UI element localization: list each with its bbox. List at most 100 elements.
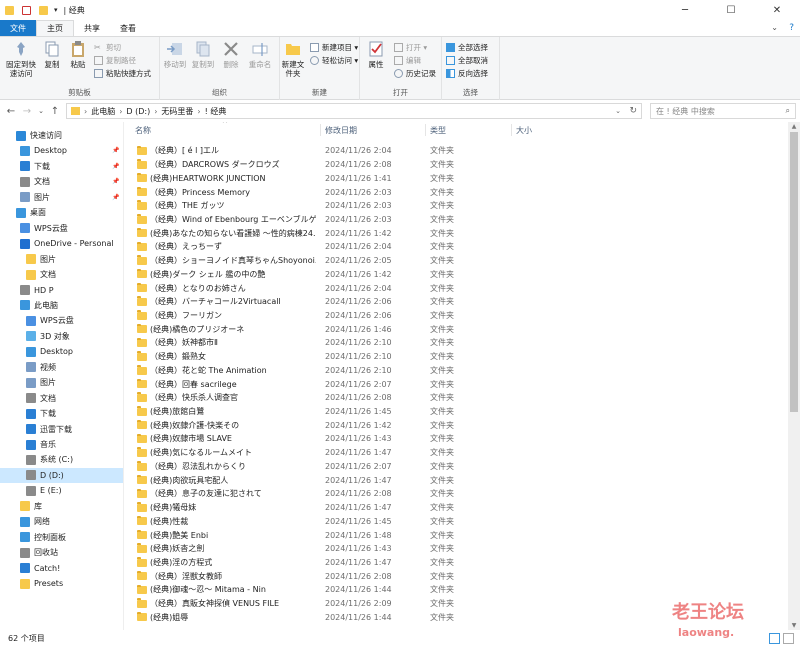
- nav-item[interactable]: 视频: [0, 360, 123, 375]
- file-row[interactable]: （经典）Princess Memory 2024/11/26 2:03 文件夹: [124, 185, 788, 199]
- file-row[interactable]: （经典）ショーヨノイド真琴ちゃんShoyonoi... 2024/11/26 2:…: [124, 254, 788, 268]
- file-row[interactable]: （经典）忍法乱れからくり 2024/11/26 2:07 文件夹: [124, 460, 788, 474]
- file-row[interactable]: （经典）快乐杀人调查官 2024/11/26 2:08 文件夹: [124, 391, 788, 405]
- column-header-name[interactable]: 名称: [135, 125, 151, 136]
- nav-item[interactable]: 图片: [0, 375, 123, 390]
- breadcrumb-drive-d[interactable]: D (D:): [126, 107, 150, 116]
- file-row[interactable]: (经典)旅館白鷺 2024/11/26 1:45 文件夹: [124, 405, 788, 419]
- file-row[interactable]: (经典)艶美 Enbi 2024/11/26 1:48 文件夹: [124, 528, 788, 542]
- nav-item[interactable]: 图片 📌: [0, 190, 123, 205]
- history-button[interactable]: 历史记录: [394, 68, 436, 79]
- file-row[interactable]: (经典)橘色のプリジオーネ 2024/11/26 1:46 文件夹: [124, 322, 788, 336]
- nav-item[interactable]: Desktop: [0, 344, 123, 359]
- new-folder-button[interactable]: 新建文件夹: [280, 40, 306, 78]
- nav-item[interactable]: 系统 (C:): [0, 452, 123, 467]
- paste-button[interactable]: 粘贴: [66, 40, 90, 69]
- quick-access-dropdown-icon[interactable]: ▾: [54, 6, 58, 14]
- file-row[interactable]: (经典)性裁 2024/11/26 1:45 文件夹: [124, 514, 788, 528]
- nav-item[interactable]: 图片: [0, 252, 123, 267]
- file-row[interactable]: (经典)妖杳之劍 2024/11/26 1:43 文件夹: [124, 542, 788, 556]
- edit-button[interactable]: 编辑: [394, 55, 421, 66]
- file-row[interactable]: (经典)姐辱 2024/11/26 1:44 文件夹: [124, 610, 788, 624]
- file-row[interactable]: (经典)HEARTWORK JUNCTION 2024/11/26 1:41 文件夹: [124, 171, 788, 185]
- back-button[interactable]: ←: [4, 106, 18, 117]
- file-row[interactable]: (经典)奴隷介護-快楽その 2024/11/26 1:42 文件夹: [124, 418, 788, 432]
- scroll-thumb[interactable]: [790, 132, 798, 412]
- tab-view[interactable]: 查看: [110, 20, 146, 36]
- help-icon[interactable]: ?: [789, 23, 794, 33]
- select-all-button[interactable]: 全部选择: [446, 42, 488, 53]
- nav-item[interactable]: 回收站: [0, 545, 123, 560]
- column-header-type[interactable]: 类型: [430, 125, 446, 136]
- cut-button[interactable]: ✂ 剪切: [94, 42, 121, 53]
- nav-item[interactable]: 网络: [0, 514, 123, 529]
- file-row[interactable]: （经典）[ é l ]エル 2024/11/26 2:04 文件夹: [124, 144, 788, 158]
- file-row[interactable]: （经典）バーチャコール2Virtuacall 2024/11/26 2:06 文件夹: [124, 295, 788, 309]
- maximize-button[interactable]: ☐: [708, 0, 754, 20]
- file-row[interactable]: （经典）Wind of Ebenbourg エーベンブルゲ... 2024/11/…: [124, 213, 788, 227]
- up-button[interactable]: ↑: [48, 106, 62, 117]
- file-row[interactable]: （经典）鍛熟女 2024/11/26 2:10 文件夹: [124, 350, 788, 364]
- copy-to-button[interactable]: 复制到: [190, 40, 216, 69]
- nav-item[interactable]: 桌面: [0, 205, 123, 220]
- paste-shortcut-button[interactable]: 粘贴快捷方式: [94, 68, 151, 79]
- file-row[interactable]: （经典）息子の友達に犯されて 2024/11/26 2:08 文件夹: [124, 487, 788, 501]
- breadcrumb-current[interactable]: ! 经典: [205, 106, 227, 117]
- nav-item[interactable]: 文档: [0, 391, 123, 406]
- breadcrumb-folder[interactable]: 无码里番: [161, 106, 193, 117]
- nav-item[interactable]: 控制面板: [0, 530, 123, 545]
- file-row[interactable]: （经典）回春 sacrilege 2024/11/26 2:07 文件夹: [124, 377, 788, 391]
- column-header-size[interactable]: 大小: [516, 125, 532, 136]
- copy-button[interactable]: 复制: [40, 40, 64, 69]
- scroll-down-icon[interactable]: ▼: [788, 622, 800, 629]
- file-row[interactable]: （经典）えっちーず 2024/11/26 2:04 文件夹: [124, 240, 788, 254]
- file-row[interactable]: (经典)あなたの知らない看護婦 ～性的病棟24... 2024/11/26 1:4…: [124, 226, 788, 240]
- folder-icon[interactable]: [39, 5, 48, 15]
- vertical-scrollbar[interactable]: ▲ ▼: [788, 122, 800, 630]
- nav-item[interactable]: Presets: [0, 576, 123, 591]
- nav-item[interactable]: D (D:): [0, 467, 123, 483]
- nav-item[interactable]: WPS云盘: [0, 221, 123, 236]
- details-view-button[interactable]: [769, 633, 780, 644]
- open-button[interactable]: 打开 ▾: [394, 42, 427, 53]
- move-to-button[interactable]: 移动到: [162, 40, 188, 69]
- forward-button[interactable]: →: [20, 106, 34, 117]
- search-input[interactable]: 在 ! 经典 中搜索 ⌕: [650, 103, 796, 119]
- checkbox-icon[interactable]: [22, 5, 31, 15]
- copy-path-button[interactable]: 复制路径: [94, 55, 136, 66]
- file-row[interactable]: （经典）となりのお姉さん 2024/11/26 2:04 文件夹: [124, 281, 788, 295]
- file-row[interactable]: （经典）フーリガン 2024/11/26 2:06 文件夹: [124, 309, 788, 323]
- address-bar[interactable]: › 此电脑 › D (D:) › 无码里番 › ! 经典 ⌄ ↻: [66, 103, 642, 119]
- nav-item[interactable]: OneDrive - Personal: [0, 236, 123, 251]
- recent-locations-icon[interactable]: ⌄: [34, 107, 48, 115]
- nav-item[interactable]: Desktop 📌: [0, 143, 123, 158]
- nav-item[interactable]: 库: [0, 499, 123, 514]
- file-row[interactable]: (经典)犧母妹 2024/11/26 1:47 文件夹: [124, 501, 788, 515]
- select-none-button[interactable]: 全部取消: [446, 55, 488, 66]
- scroll-up-icon[interactable]: ▲: [788, 123, 800, 130]
- file-row[interactable]: （经典）THE ガッツ 2024/11/26 2:03 文件夹: [124, 199, 788, 213]
- nav-item[interactable]: E (E:): [0, 483, 123, 498]
- nav-item[interactable]: 迅雷下载: [0, 422, 123, 437]
- nav-item[interactable]: 文档 📌: [0, 174, 123, 189]
- large-icons-view-button[interactable]: [783, 633, 794, 644]
- file-row[interactable]: （经典）花と蛇 The Animation 2024/11/26 2:10 文件夹: [124, 364, 788, 378]
- easy-access-button[interactable]: 轻松访问 ▾: [310, 55, 358, 66]
- nav-item[interactable]: WPS云盘: [0, 313, 123, 328]
- file-row[interactable]: （经典）DARCROWS ダークロウズ 2024/11/26 2:08 文件夹: [124, 158, 788, 172]
- file-row[interactable]: (经典)気になるルームメイト 2024/11/26 1:47 文件夹: [124, 446, 788, 460]
- file-row[interactable]: (经典)ダーク シェル 艦の中の艶 2024/11/26 1:42 文件夹: [124, 267, 788, 281]
- column-header-date[interactable]: 修改日期: [325, 125, 357, 136]
- nav-item[interactable]: 3D 对象: [0, 329, 123, 344]
- nav-item[interactable]: 此电脑: [0, 298, 123, 313]
- nav-item[interactable]: Catch!: [0, 561, 123, 576]
- tab-share[interactable]: 共享: [74, 20, 110, 36]
- new-item-button[interactable]: 新建项目 ▾: [310, 42, 358, 53]
- address-dropdown-icon[interactable]: ⌄: [615, 107, 621, 115]
- tab-home[interactable]: 主页: [36, 20, 74, 36]
- nav-item[interactable]: 下载: [0, 406, 123, 421]
- file-row[interactable]: (经典)淫の方程式 2024/11/26 1:47 文件夹: [124, 556, 788, 570]
- minimize-button[interactable]: ─: [662, 0, 708, 20]
- file-row[interactable]: (经典)肉欲玩具宅配人 2024/11/26 1:47 文件夹: [124, 473, 788, 487]
- nav-item[interactable]: 快速访问: [0, 128, 123, 143]
